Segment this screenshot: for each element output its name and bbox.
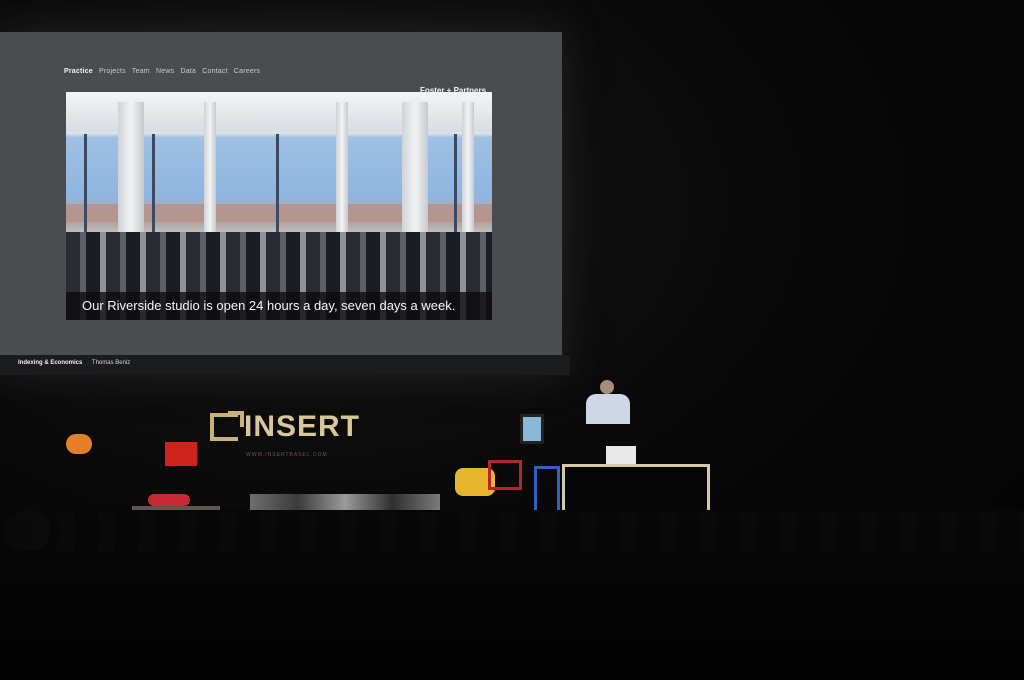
window-mullion	[454, 134, 457, 234]
red-cushion	[148, 494, 190, 506]
logo-mark-icon	[210, 411, 244, 441]
logo-text: INSERT	[244, 410, 361, 443]
slide-nav-item: News	[156, 68, 175, 75]
window-mullion	[276, 134, 279, 234]
slide-nav-item: Team	[131, 68, 150, 75]
slide-nav-item: Careers	[233, 68, 261, 75]
slide-nav-item: Projects	[99, 68, 126, 75]
speaker-head	[600, 380, 614, 394]
slide-navigation: Practice Projects Team News Data Contact…	[64, 68, 264, 75]
office-photo	[66, 92, 492, 320]
slide-nav-active: Practice	[64, 68, 93, 75]
conference-scene: Practice Projects Team News Data Contact…	[0, 0, 1024, 680]
footer-title: Indexing & Economics	[18, 360, 83, 366]
window-mullion	[152, 134, 155, 234]
stage-monitor	[520, 414, 544, 444]
slide-footer-left: Indexing & Economics Thomas Beniz	[18, 360, 130, 366]
speaker-body	[586, 394, 630, 424]
red-frame	[488, 460, 522, 490]
slide-nav-item: Contact	[202, 68, 228, 75]
orange-lamp	[66, 434, 92, 454]
red-box	[165, 442, 197, 466]
slide-caption: Our Riverside studio is open 24 hours a …	[66, 292, 492, 320]
logo-url: WWW.INSERTBASEL.COM	[246, 452, 328, 458]
speaker-person	[582, 380, 632, 440]
laptop	[606, 446, 636, 464]
slide-nav-item: Data	[180, 68, 197, 75]
window-mullion	[84, 134, 87, 234]
footer-subtitle: Thomas Beniz	[91, 360, 131, 366]
insert-logo: INSERT	[210, 410, 360, 444]
audience-heads	[0, 512, 1024, 552]
